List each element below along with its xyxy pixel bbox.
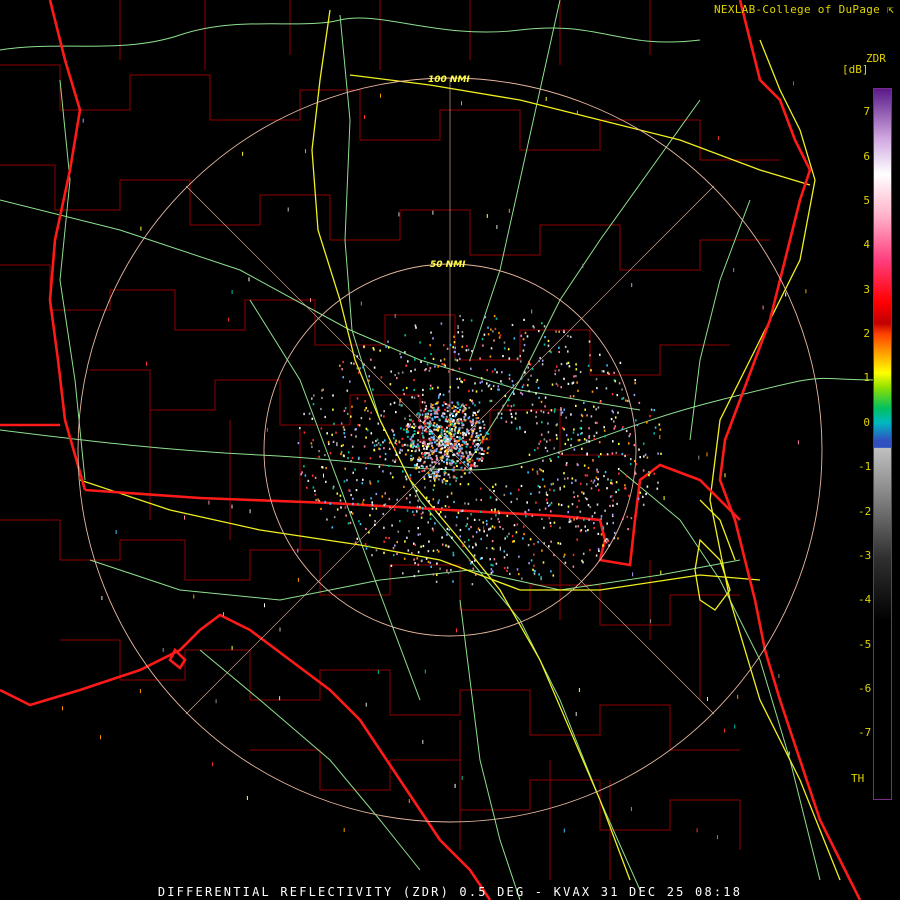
legend-tick: 0: [863, 416, 870, 429]
radar-map: 100 NMI 50 NMI: [0, 0, 900, 900]
legend-tick: 4: [863, 238, 870, 251]
legend-threshold-label: TH: [851, 772, 865, 785]
legend-tick: 1: [863, 371, 870, 384]
ring-label-50: 50 NMI: [430, 260, 466, 270]
legend-title: ZDR: [866, 52, 886, 65]
legend-tick: -4: [858, 593, 872, 606]
legend-tick: -5: [858, 638, 872, 651]
cursor-arrow-icon: ⇱: [887, 3, 894, 16]
legend-tick: 7: [863, 105, 870, 118]
legend-tick: -3: [858, 549, 872, 562]
product-caption: DIFFERENTIAL REFLECTIVITY (ZDR) 0.5 DEG …: [157, 885, 743, 899]
legend-tick: -2: [858, 505, 872, 518]
ring-label-100: 100 NMI: [428, 75, 470, 85]
legend-tick: -6: [858, 682, 872, 695]
legend-tick: 2: [863, 327, 870, 340]
color-scale-bar: [873, 88, 892, 800]
credit-label: NEXLAB-College of DuPage: [713, 3, 881, 16]
legend-unit: [dB]: [842, 63, 869, 76]
legend-tick: 5: [863, 194, 870, 207]
legend-tick: -1: [858, 460, 872, 473]
legend-tick: 3: [863, 283, 870, 296]
credit-text: NEXLAB-College of DuPage ⇱: [714, 3, 894, 16]
legend-tick: -7: [858, 726, 872, 739]
legend-tick: 6: [863, 150, 870, 163]
